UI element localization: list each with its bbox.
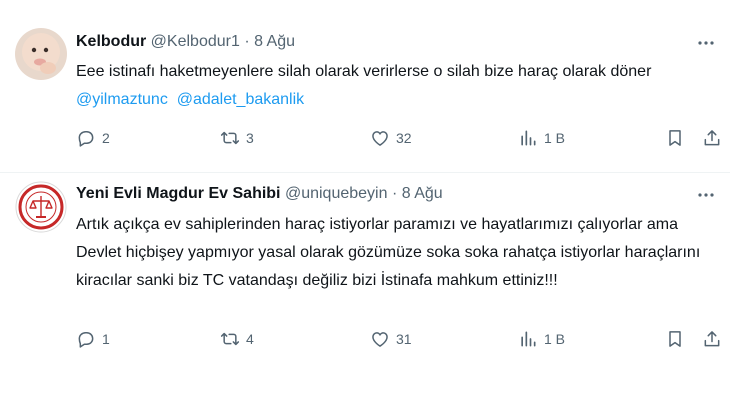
tweet-text-content: Artık açıkça ev sahiplerinden haraç isti…	[76, 216, 701, 289]
retweet-count: 3	[246, 130, 254, 146]
like-icon	[372, 131, 388, 146]
tweet-text: Eee istinafı haketmeyenlere silah olarak…	[76, 58, 716, 114]
tweet-text-content: Eee istinafı haketmeyenlere silah olarak…	[76, 63, 652, 80]
tweet-header: Yeni Evli Magdur Ev Sahibi @uniquebeyin …	[76, 185, 443, 203]
reply-button[interactable]: 1	[76, 327, 110, 351]
separator: ·	[391, 185, 398, 202]
like-count: 31	[396, 331, 412, 347]
reply-count: 2	[102, 130, 110, 146]
retweet-count: 4	[246, 331, 254, 347]
tweet-text: Artık açıkça ev sahiplerinden haraç isti…	[76, 211, 716, 295]
avatar[interactable]	[15, 28, 67, 80]
like-button[interactable]: 31	[370, 327, 412, 351]
tweet-date[interactable]: 8 Ağu	[402, 185, 443, 202]
reply-icon	[78, 332, 94, 348]
separator: ·	[244, 33, 250, 50]
like-button[interactable]: 32	[370, 126, 412, 150]
bookmark-button[interactable]	[665, 126, 685, 150]
share-icon	[704, 331, 720, 347]
more-icon[interactable]	[696, 33, 716, 53]
share-button[interactable]	[702, 126, 722, 150]
like-icon	[372, 332, 388, 347]
tweet-header: Kelbodur @Kelbodur1 · 8 Ağu	[76, 33, 295, 51]
tweet[interactable]: Yeni Evli Magdur Ev Sahibi @uniquebeyin …	[0, 173, 730, 420]
reply-button[interactable]: 2	[76, 126, 110, 150]
views-button[interactable]: 1 B	[518, 327, 565, 351]
avatar[interactable]	[15, 181, 67, 233]
views-icon	[521, 130, 536, 146]
retweet-button[interactable]: 4	[220, 327, 254, 351]
user-handle[interactable]: @Kelbodur1	[151, 33, 240, 50]
share-icon	[704, 130, 720, 146]
mention-link[interactable]: @adalet_bakanlik	[177, 91, 304, 108]
retweet-button[interactable]: 3	[220, 126, 254, 150]
reply-icon	[78, 131, 94, 147]
like-count: 32	[396, 130, 412, 146]
more-icon[interactable]	[696, 185, 716, 205]
display-name[interactable]: Kelbodur	[76, 33, 146, 50]
views-icon	[521, 331, 536, 347]
retweet-icon	[220, 131, 240, 145]
bookmark-button[interactable]	[665, 327, 685, 351]
bookmark-icon	[669, 331, 681, 347]
tweet-date[interactable]: 8 Ağu	[254, 33, 295, 50]
share-button[interactable]	[702, 327, 722, 351]
display-name[interactable]: Yeni Evli Magdur Ev Sahibi	[76, 185, 281, 202]
views-button[interactable]: 1 B	[518, 126, 565, 150]
tweet[interactable]: Kelbodur @Kelbodur1 · 8 Ağu Eee istinafı…	[0, 0, 730, 172]
tweet-actions: 2 3 32 1 B	[76, 126, 720, 150]
retweet-icon	[220, 332, 240, 346]
views-count: 1 B	[544, 130, 566, 146]
views-count: 1 B	[544, 331, 566, 347]
mention-link[interactable]: @yilmaztunc	[76, 91, 168, 108]
bookmark-icon	[669, 130, 681, 146]
reply-count: 1	[102, 331, 110, 347]
tweet-actions: 1 4 31 1 B	[76, 327, 720, 351]
user-handle[interactable]: @uniquebeyin	[285, 185, 388, 202]
